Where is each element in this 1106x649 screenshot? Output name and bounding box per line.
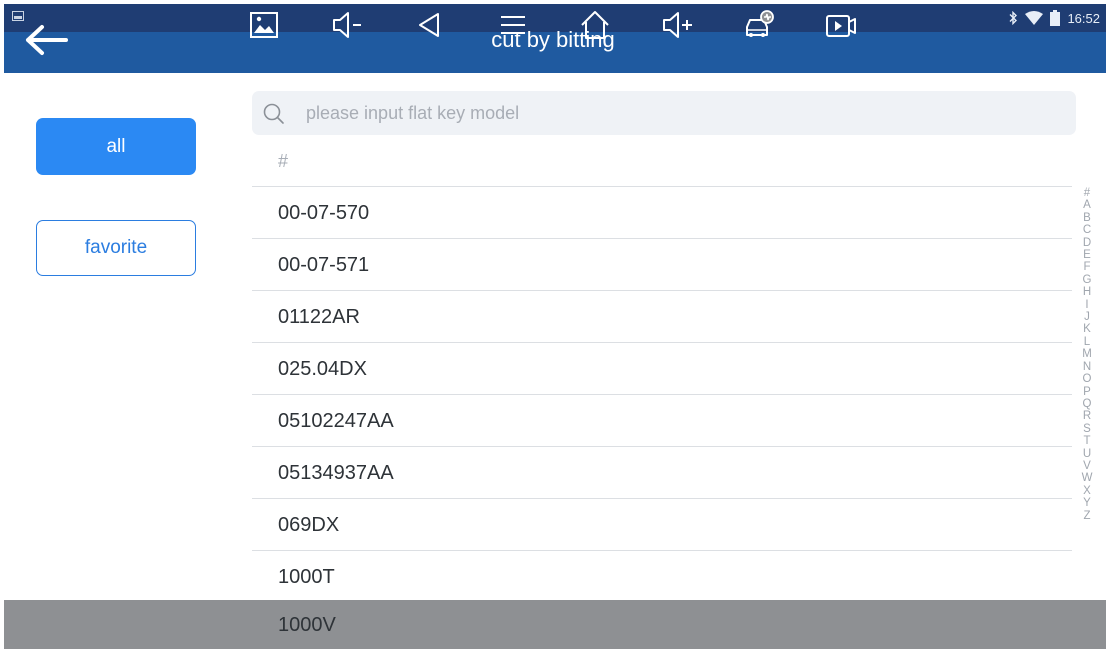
list-item[interactable]: 05134937AA: [252, 447, 1072, 499]
list-section-header: #: [252, 135, 1072, 187]
search-input[interactable]: [306, 91, 1046, 135]
search-bar: [252, 91, 1076, 135]
alphabet-index-letter[interactable]: P: [1083, 386, 1091, 398]
list-item[interactable]: 00-07-570: [252, 187, 1072, 239]
alphabet-index-letter[interactable]: T: [1083, 435, 1090, 447]
alphabet-index-letter[interactable]: I: [1085, 299, 1088, 311]
all-filter-button[interactable]: all: [36, 118, 196, 175]
alphabet-index-letter[interactable]: R: [1083, 410, 1091, 422]
alphabet-index-letter[interactable]: J: [1084, 311, 1090, 323]
menu-button[interactable]: [496, 8, 530, 42]
battery-icon: [1050, 10, 1061, 26]
status-indicators: 16:52: [1008, 9, 1100, 27]
list-item-partial[interactable]: 1000V: [278, 614, 336, 637]
alphabet-index-letter[interactable]: S: [1083, 423, 1091, 435]
search-icon: [263, 103, 284, 124]
alphabet-index-letter[interactable]: Y: [1083, 497, 1091, 509]
alphabet-index-letter[interactable]: F: [1083, 261, 1090, 273]
list-item[interactable]: 1000T: [252, 551, 1072, 600]
volume-up-button[interactable]: [660, 8, 694, 42]
all-filter-label: all: [106, 135, 126, 157]
alphabet-index-letter[interactable]: U: [1083, 448, 1091, 460]
back-triangle-icon: [419, 13, 439, 37]
alphabet-index-letter[interactable]: C: [1083, 224, 1091, 236]
back-nav-button[interactable]: [413, 8, 447, 42]
list-item[interactable]: 01122AR: [252, 291, 1072, 343]
alphabet-index-letter[interactable]: X: [1083, 485, 1091, 497]
screenshot-button[interactable]: [248, 8, 282, 42]
alphabet-index-letter[interactable]: E: [1083, 249, 1091, 261]
list-item[interactable]: 00-07-571: [252, 239, 1072, 291]
alphabet-index-letter[interactable]: Z: [1083, 510, 1090, 522]
home-icon: [581, 11, 609, 39]
screenshot-icon: [250, 12, 278, 38]
alphabet-index-letter[interactable]: Q: [1083, 398, 1092, 410]
list-item[interactable]: 069DX: [252, 499, 1072, 551]
favorite-filter-label: favorite: [84, 237, 148, 258]
alphabet-index-letter[interactable]: H: [1083, 286, 1091, 298]
app-screen: 16:52 cut by bitting all favorite # 00-0…: [0, 0, 1106, 649]
alphabet-index-letter[interactable]: K: [1083, 323, 1091, 335]
alphabet-index-letter[interactable]: N: [1083, 361, 1091, 373]
screen-record-icon: [826, 15, 856, 37]
key-model-list: # 00-07-570 00-07-571 01122AR 025.04DX 0…: [252, 135, 1072, 600]
alphabet-index-letter[interactable]: A: [1083, 199, 1091, 211]
list-item[interactable]: 05102247AA: [252, 395, 1072, 447]
volume-down-icon: [333, 12, 361, 38]
favorite-filter-button[interactable]: favorite: [36, 220, 196, 276]
alphabet-index-letter[interactable]: V: [1083, 460, 1091, 472]
car-diagnostic-button[interactable]: [742, 8, 776, 42]
wifi-icon: [1025, 11, 1044, 25]
system-nav-bar: [4, 600, 1106, 649]
alphabet-index-letter[interactable]: G: [1083, 274, 1092, 286]
home-button[interactable]: [578, 8, 612, 42]
alphabet-index-letter[interactable]: #: [1084, 187, 1090, 199]
car-diagnostic-icon: [746, 10, 774, 37]
bluetooth-icon: [1009, 11, 1018, 25]
alphabet-index-letter[interactable]: O: [1083, 373, 1092, 385]
screen-record-button[interactable]: [824, 8, 858, 42]
status-time: 16:52: [1067, 10, 1100, 26]
volume-down-button[interactable]: [330, 8, 364, 42]
menu-icon: [501, 16, 525, 34]
alphabet-index-letter[interactable]: M: [1082, 348, 1092, 360]
page-title: cut by bitting: [491, 27, 615, 52]
alphabet-index[interactable]: # A B C D E F G H I J K L M N O P Q R S …: [1078, 187, 1096, 522]
alphabet-index-letter[interactable]: W: [1082, 472, 1093, 484]
notification-image-icon: [12, 11, 24, 21]
alphabet-index-letter[interactable]: L: [1084, 336, 1090, 348]
volume-up-icon: [663, 12, 692, 38]
alphabet-index-letter[interactable]: B: [1083, 212, 1091, 224]
alphabet-index-letter[interactable]: D: [1083, 237, 1091, 249]
list-item[interactable]: 025.04DX: [252, 343, 1072, 395]
